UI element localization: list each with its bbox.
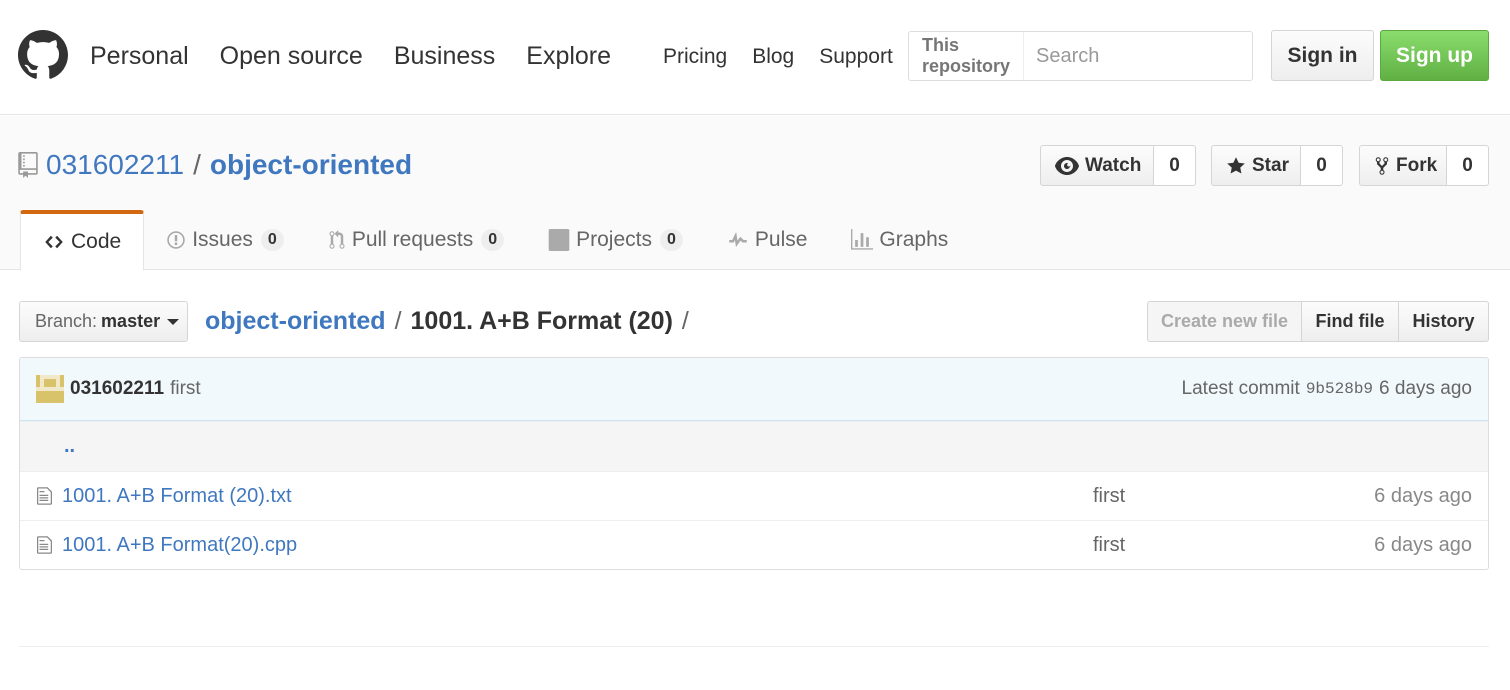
fork-icon <box>1374 156 1390 176</box>
file-age: 6 days ago <box>1374 484 1472 507</box>
repo-separator: / <box>193 149 201 180</box>
code-icon <box>43 232 65 252</box>
breadcrumb-separator: / <box>394 307 402 335</box>
projects-counter: 0 <box>659 229 683 251</box>
repo-name-link[interactable]: object-oriented <box>210 149 412 181</box>
star-count[interactable]: 0 <box>1301 145 1343 186</box>
table-row: 1001. A+B Format (20).txt first 6 days a… <box>20 471 1488 520</box>
fork-label: Fork <box>1396 154 1438 176</box>
star-group: Star 0 <box>1211 145 1343 186</box>
star-button[interactable]: Star <box>1211 145 1301 186</box>
file-icon <box>36 535 53 561</box>
star-icon <box>1226 156 1246 176</box>
tab-code[interactable]: Code <box>20 210 145 271</box>
commit-age: 6 days ago <box>1379 378 1472 399</box>
project-icon <box>548 229 570 251</box>
repo-owner-link[interactable]: 031602211 <box>46 149 184 181</box>
nav-blog[interactable]: Blog <box>752 45 794 69</box>
commit-message[interactable]: first <box>170 378 201 400</box>
issue-icon <box>166 230 186 250</box>
latest-commit-label: Latest commit <box>1181 378 1300 399</box>
commit-author-link[interactable]: 031602211 <box>70 378 164 400</box>
pull-requests-counter: 0 <box>481 229 505 251</box>
file-name-link[interactable]: 1001. A+B Format (20).txt <box>62 485 292 508</box>
tab-label: Pulse <box>754 228 808 251</box>
caret-down-icon <box>167 318 180 325</box>
file-actions: Create new file Find file History <box>1147 301 1489 342</box>
breadcrumb-root-link[interactable]: object-oriented <box>205 307 386 336</box>
branch-label: Branch: <box>35 311 98 331</box>
watch-label: Watch <box>1085 154 1142 176</box>
breadcrumb-trailing-separator: / <box>681 307 689 335</box>
repo-icon <box>18 152 38 178</box>
branch-select-button[interactable]: Branch: master <box>19 301 188 342</box>
repo-title: 031602211 / object-oriented <box>18 149 412 181</box>
tab-label: Graphs <box>879 228 949 251</box>
pull-request-icon <box>328 230 346 250</box>
tab-pull-requests[interactable]: Pull requests 0 <box>306 210 526 270</box>
tab-label: Projects <box>576 228 652 251</box>
nav-business[interactable]: Business <box>394 42 495 71</box>
tab-label: Pull requests <box>351 228 474 251</box>
tab-issues[interactable]: Issues 0 <box>144 210 306 270</box>
nav-explore[interactable]: Explore <box>526 42 611 71</box>
parent-directory-link[interactable]: .. <box>64 435 75 458</box>
nav-pricing[interactable]: Pricing <box>663 45 727 69</box>
tab-label: Code <box>71 230 122 253</box>
file-age: 6 days ago <box>1374 533 1472 556</box>
tab-graphs[interactable]: Graphs <box>829 210 970 270</box>
watch-group: Watch 0 <box>1040 145 1196 186</box>
file-commit-message[interactable]: first <box>1093 485 1125 508</box>
graph-icon <box>851 229 874 251</box>
fork-count[interactable]: 0 <box>1447 145 1489 186</box>
fork-group: Fork 0 <box>1359 145 1489 186</box>
latest-commit-info: Latest commit 9b528b9 6 days ago <box>1182 378 1472 400</box>
nav-open-source[interactable]: Open source <box>220 42 363 71</box>
tab-projects[interactable]: Projects 0 <box>526 210 705 270</box>
sign-up-button[interactable]: Sign up <box>1380 30 1489 81</box>
commit-sha-link[interactable]: 9b528b9 <box>1306 380 1373 398</box>
watch-button[interactable]: Watch <box>1040 145 1154 186</box>
history-button[interactable]: History <box>1399 301 1489 342</box>
table-row: 1001. A+B Format(20).cpp first 6 days ag… <box>20 520 1488 569</box>
nav-personal[interactable]: Personal <box>90 42 189 71</box>
sub-nav: Pricing Blog Support <box>663 45 918 69</box>
site-header: Personal Open source Business Explore Pr… <box>0 0 1510 115</box>
main-nav: Personal Open source Business Explore <box>90 42 642 71</box>
fork-button[interactable]: Fork <box>1359 145 1447 186</box>
find-file-button[interactable]: Find file <box>1302 301 1399 342</box>
file-icon <box>36 486 53 512</box>
parent-directory-row: .. <box>20 421 1488 471</box>
file-commit-message[interactable]: first <box>1093 534 1125 557</box>
breadcrumb: object-oriented / 1001. A+B Format (20) … <box>205 307 698 336</box>
github-logo-icon[interactable] <box>18 30 68 80</box>
branch-name: master <box>101 311 161 331</box>
create-new-file-button[interactable]: Create new file <box>1147 301 1302 342</box>
breadcrumb-current: 1001. A+B Format (20) <box>410 307 673 335</box>
commit-tease: 031602211 first Latest commit 9b528b9 6 … <box>20 358 1488 421</box>
tab-label: Issues <box>192 228 253 251</box>
watch-count[interactable]: 0 <box>1154 145 1196 186</box>
search-input[interactable] <box>1024 32 1314 80</box>
tab-pulse[interactable]: Pulse <box>705 210 830 270</box>
pulse-icon <box>727 230 749 250</box>
repo-head: 031602211 / object-oriented Watch 0 Star… <box>0 116 1510 271</box>
avatar[interactable] <box>36 375 64 403</box>
search-scope-label: This repository <box>909 32 1025 80</box>
sign-in-button[interactable]: Sign in <box>1271 30 1374 81</box>
eye-icon <box>1055 156 1079 175</box>
repo-nav: Code Issues 0 Pull requests 0 Projects 0 <box>20 210 970 271</box>
file-table: 031602211 first Latest commit 9b528b9 6 … <box>19 357 1489 570</box>
issues-counter: 0 <box>260 229 284 251</box>
file-name-link[interactable]: 1001. A+B Format(20).cpp <box>62 534 297 557</box>
star-label: Star <box>1252 154 1289 176</box>
search-box: This repository <box>908 31 1314 81</box>
nav-support[interactable]: Support <box>819 45 893 69</box>
footer-divider <box>19 646 1489 647</box>
